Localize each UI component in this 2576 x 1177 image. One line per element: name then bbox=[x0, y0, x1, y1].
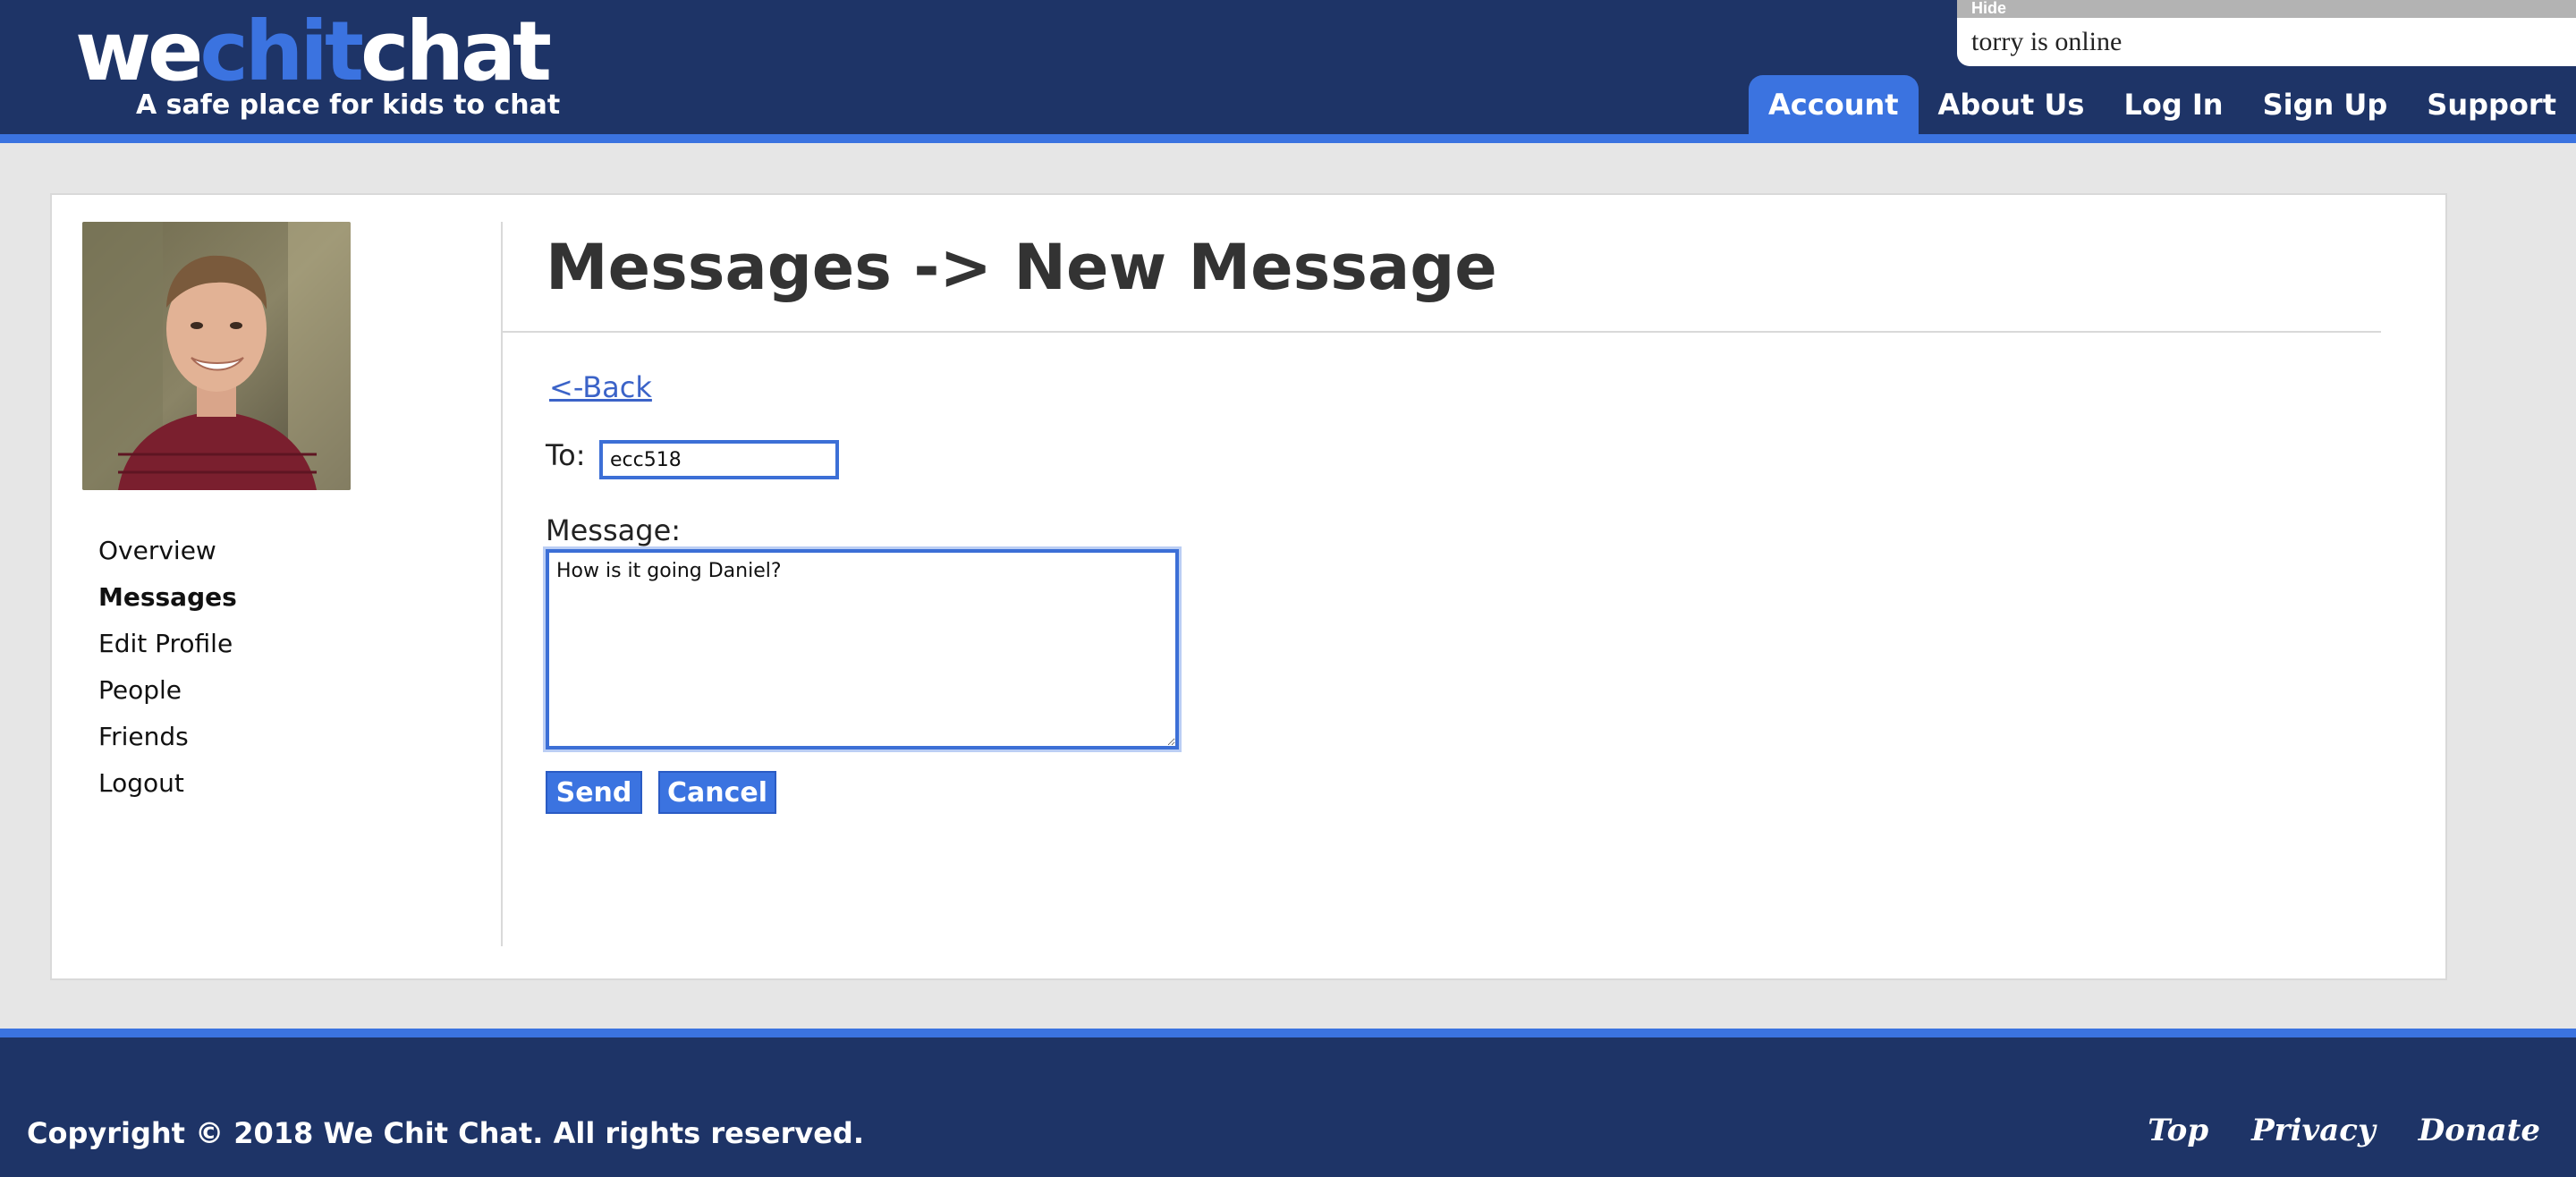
nav-account[interactable]: Account bbox=[1749, 75, 1919, 134]
main-nav: Account About Us Log In Sign Up Support bbox=[1749, 75, 2576, 134]
to-label: To: bbox=[546, 438, 586, 472]
cancel-button[interactable]: Cancel bbox=[658, 771, 776, 814]
page-title: Messages -> New Message bbox=[546, 231, 1497, 304]
presence-widget: Hide torry is online bbox=[1957, 0, 2576, 66]
avatar-photo bbox=[82, 222, 351, 490]
sidebar-item-overview[interactable]: Overview bbox=[98, 528, 237, 574]
profile-avatar[interactable] bbox=[82, 222, 351, 490]
message-textarea[interactable]: How is it going Daniel? bbox=[546, 549, 1179, 749]
nav-sign-up[interactable]: Sign Up bbox=[2243, 75, 2408, 134]
sidebar-item-messages[interactable]: Messages bbox=[98, 574, 237, 621]
back-link[interactable]: <-Back bbox=[549, 370, 652, 404]
site-footer: Copyright © 2018 We Chit Chat. All right… bbox=[0, 1037, 2576, 1177]
footer-accent-stripe bbox=[0, 1029, 2576, 1037]
account-sidebar: Overview Messages Edit Profile People Fr… bbox=[98, 528, 237, 807]
sidebar-item-friends[interactable]: Friends bbox=[98, 714, 237, 760]
nav-support[interactable]: Support bbox=[2407, 75, 2576, 134]
copyright-text: Copyright © 2018 We Chit Chat. All right… bbox=[27, 1116, 864, 1150]
site-header: wechitchat A safe place for kids to chat… bbox=[0, 0, 2576, 134]
content-panel: Overview Messages Edit Profile People Fr… bbox=[50, 193, 2447, 980]
sidebar-item-logout[interactable]: Logout bbox=[98, 760, 237, 807]
logo-part-chat: chat bbox=[360, 4, 552, 99]
logo-part-we: we bbox=[75, 4, 203, 99]
footer-link-top[interactable]: Top bbox=[2148, 1113, 2208, 1148]
footer-links: Top Privacy Donate bbox=[2105, 1113, 2540, 1148]
nav-about-us[interactable]: About Us bbox=[1919, 75, 2105, 134]
sidebar-item-edit-profile[interactable]: Edit Profile bbox=[98, 621, 237, 667]
sidebar-item-people[interactable]: People bbox=[98, 667, 237, 714]
site-tagline: A safe place for kids to chat bbox=[136, 89, 561, 121]
presence-hide-button[interactable]: Hide bbox=[1957, 0, 2576, 18]
logo-part-chit: chit bbox=[199, 4, 364, 99]
footer-link-privacy[interactable]: Privacy bbox=[2251, 1113, 2376, 1148]
nav-log-in[interactable]: Log In bbox=[2104, 75, 2242, 134]
title-divider bbox=[503, 331, 2381, 333]
site-logo[interactable]: wechitchat bbox=[75, 11, 552, 93]
presence-status-text: torry is online bbox=[1971, 27, 2123, 56]
recipient-input[interactable] bbox=[599, 440, 839, 479]
header-accent-stripe bbox=[0, 134, 2576, 143]
footer-link-donate[interactable]: Donate bbox=[2419, 1113, 2540, 1148]
message-label: Message: bbox=[546, 513, 682, 547]
send-button[interactable]: Send bbox=[546, 771, 642, 814]
